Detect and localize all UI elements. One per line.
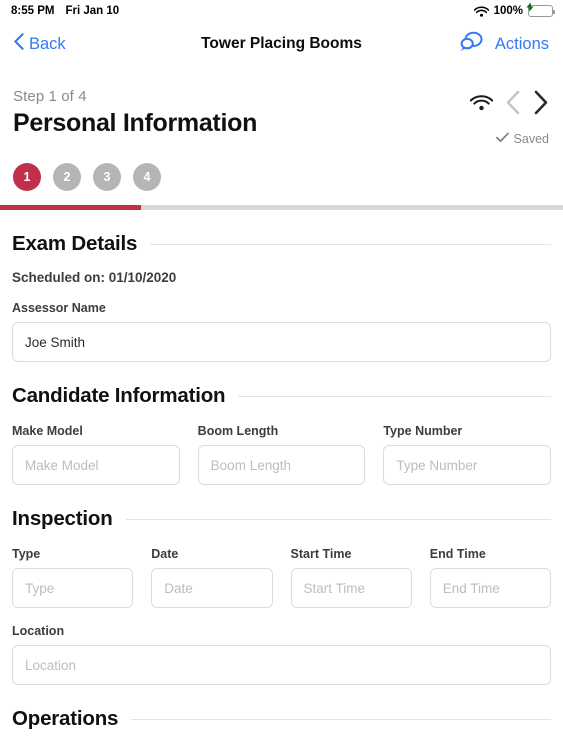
field-boom-length: Boom Length bbox=[197, 424, 366, 485]
step-title: Personal Information bbox=[13, 109, 258, 137]
battery-percent-label: 100% bbox=[493, 5, 523, 17]
type-number-input[interactable] bbox=[383, 445, 552, 485]
check-icon bbox=[495, 132, 509, 146]
field-label: End Time bbox=[429, 547, 486, 561]
back-label: Back bbox=[29, 34, 66, 53]
field-start-time: Start Time bbox=[290, 547, 412, 608]
next-step-button[interactable] bbox=[533, 90, 549, 120]
field-type-number: Type Number bbox=[383, 424, 552, 485]
field-label: Assessor Name bbox=[12, 301, 106, 315]
status-bar: 8:55 PM Fri Jan 10 100% bbox=[0, 0, 563, 22]
scheduled-on-text: Scheduled on: 01/10/2020 bbox=[12, 270, 177, 285]
location-input[interactable] bbox=[12, 645, 551, 685]
navbar-right-actions: Actions bbox=[459, 31, 549, 57]
field-label: Boom Length bbox=[197, 424, 279, 438]
field-end-time: End Time bbox=[429, 547, 551, 608]
section-title: Candidate Information bbox=[12, 384, 226, 407]
status-bar-indicators: 100% bbox=[473, 2, 555, 17]
wifi-icon bbox=[469, 94, 494, 116]
make-model-input[interactable] bbox=[12, 445, 180, 485]
field-location: Location bbox=[12, 624, 551, 685]
progress-bar bbox=[0, 205, 563, 210]
type-input[interactable] bbox=[12, 568, 134, 608]
section-inspection-header: Inspection bbox=[12, 507, 551, 531]
navigation-bar: Back Tower Placing Booms Actions bbox=[0, 22, 563, 66]
field-assessor-name: Assessor Name bbox=[12, 301, 551, 362]
status-bar-date: Fri Jan 10 bbox=[65, 5, 120, 17]
field-label: Date bbox=[151, 547, 179, 561]
step-header-text: Step 1 of 4 Personal Information bbox=[13, 88, 470, 138]
section-divider bbox=[150, 243, 551, 245]
saved-label: Saved bbox=[513, 132, 549, 146]
field-label: Location bbox=[12, 624, 65, 638]
step-dot-1[interactable]: 1 bbox=[13, 163, 41, 191]
step-header-controls: Saved bbox=[469, 88, 549, 146]
field-date: Date bbox=[151, 547, 273, 608]
field-label: Start Time bbox=[290, 547, 352, 561]
step-indicator: 1 2 3 4 bbox=[0, 146, 563, 191]
wifi-icon bbox=[473, 5, 489, 17]
section-title: Operations bbox=[12, 707, 119, 730]
step-dot-3[interactable]: 3 bbox=[93, 163, 121, 191]
section-candidate-information-header: Candidate Information bbox=[12, 384, 551, 408]
field-make-model: Make Model bbox=[12, 424, 180, 485]
section-divider bbox=[125, 518, 551, 520]
inspection-row: Type Date Start Time End Time bbox=[12, 547, 551, 608]
chevron-left-icon bbox=[14, 33, 24, 55]
section-exam-details-header: Exam Details bbox=[12, 232, 551, 256]
step-counter-label: Step 1 of 4 bbox=[13, 88, 87, 105]
step-dot-2[interactable]: 2 bbox=[53, 163, 81, 191]
field-type: Type bbox=[12, 547, 134, 608]
actions-button[interactable]: Actions bbox=[495, 35, 549, 54]
bottom-spacer bbox=[12, 731, 551, 745]
step-nav-icons bbox=[469, 90, 549, 120]
status-bar-time: 8:55 PM bbox=[11, 5, 55, 17]
section-divider bbox=[131, 718, 551, 720]
saved-status: Saved bbox=[495, 132, 549, 146]
candidate-information-row: Make Model Boom Length Type Number bbox=[12, 424, 552, 485]
section-title: Inspection bbox=[12, 507, 113, 530]
step-header: Step 1 of 4 Personal Information Saved bbox=[0, 66, 563, 146]
section-title: Exam Details bbox=[12, 232, 138, 255]
boom-length-input[interactable] bbox=[197, 445, 366, 485]
start-time-input[interactable] bbox=[290, 568, 412, 608]
section-divider bbox=[238, 395, 551, 397]
previous-step-button[interactable] bbox=[505, 90, 521, 120]
end-time-input[interactable] bbox=[429, 568, 551, 608]
back-button[interactable]: Back bbox=[14, 33, 66, 55]
field-label: Make Model bbox=[12, 424, 83, 438]
assessor-name-input[interactable] bbox=[12, 322, 551, 362]
battery-charging-icon bbox=[526, 2, 555, 17]
field-label: Type bbox=[12, 547, 41, 561]
step-dot-4[interactable]: 4 bbox=[133, 163, 161, 191]
progress-bar-fill bbox=[0, 205, 141, 210]
date-input[interactable] bbox=[151, 568, 273, 608]
section-operations-header: Operations bbox=[12, 707, 551, 731]
comments-icon[interactable] bbox=[459, 31, 484, 57]
field-label: Type Number bbox=[383, 424, 463, 438]
form-content: Exam Details Scheduled on: 01/10/2020 As… bbox=[0, 232, 563, 745]
